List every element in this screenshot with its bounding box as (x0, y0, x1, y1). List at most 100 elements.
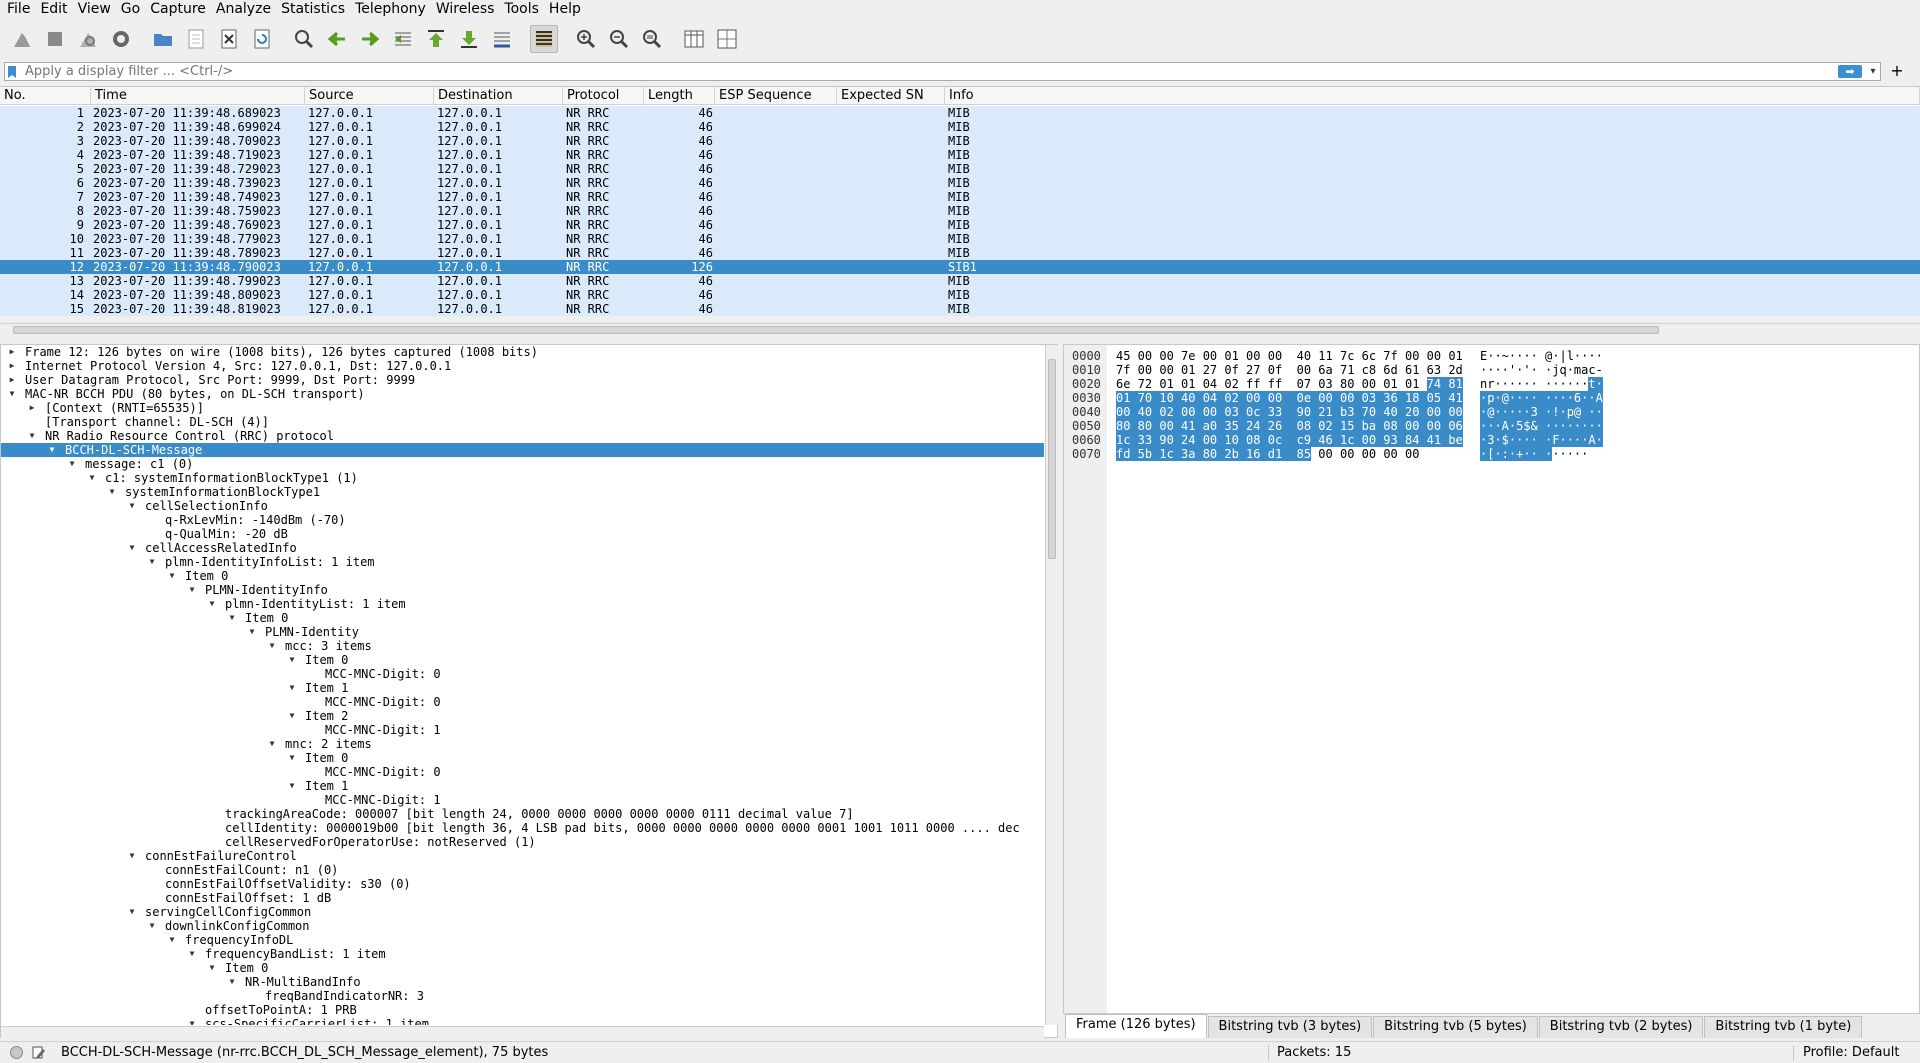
tree-node[interactable]: ▶ Internet Protocol Version 4, Src: 127.0… (1, 359, 1044, 373)
collapsed-arrow-icon[interactable]: ▶ (6, 373, 18, 387)
tab-bytes-source[interactable]: Frame (126 bytes) (1065, 1014, 1207, 1038)
tree-node[interactable]: ▼ NR-MultiBandInfo (1, 975, 1044, 989)
expanded-arrow-icon[interactable]: ▼ (206, 597, 218, 611)
hex-bytes[interactable]: 01 70 10 40 04 02 00 00 0e 00 00 03 36 1… (1116, 391, 1463, 405)
ascii-bytes[interactable]: E··~···· @·|l···· (1480, 349, 1603, 363)
packet-row[interactable]: 4 2023-07-20 11:39:48.719023 127.0.0.1 127.… (0, 148, 1920, 162)
tree-node[interactable]: [Transport channel: DL-SCH (4)] (1, 415, 1044, 429)
menu-edit[interactable]: Edit (35, 0, 72, 18)
expanded-arrow-icon[interactable]: ▼ (186, 1017, 198, 1025)
menu-analyze[interactable]: Analyze (211, 0, 276, 18)
collapsed-arrow-icon[interactable]: ▶ (6, 345, 18, 359)
tree-node[interactable]: ▼ servingCellConfigCommon (1, 905, 1044, 919)
expand-subtrees-icon[interactable] (713, 25, 741, 53)
expanded-arrow-icon[interactable]: ▼ (286, 779, 298, 793)
go-last-icon[interactable] (455, 25, 483, 53)
zoom-normal-icon[interactable] (638, 25, 666, 53)
tree-node[interactable]: ▶ Frame 12: 126 bytes on wire (1008 bits)… (1, 345, 1044, 359)
zoom-in-icon[interactable] (572, 25, 600, 53)
menu-go[interactable]: Go (116, 0, 145, 18)
expanded-arrow-icon[interactable]: ▼ (286, 709, 298, 723)
tree-node[interactable]: MCC-MNC-Digit: 1 (1, 793, 1044, 807)
tree-node[interactable]: ▼ PLMN-Identity (1, 625, 1044, 639)
tree-node[interactable]: connEstFailCount: n1 (0) (1, 863, 1044, 877)
apply-filter-button[interactable]: ➡ (1838, 65, 1862, 78)
tree-node[interactable]: ▶ User Datagram Protocol, Src Port: 9999,… (1, 373, 1044, 387)
expanded-arrow-icon[interactable]: ▼ (186, 947, 198, 961)
packet-row[interactable]: 6 2023-07-20 11:39:48.739023 127.0.0.1 127.… (0, 176, 1920, 190)
tree-node[interactable]: ▼ connEstFailureControl (1, 849, 1044, 863)
tree-node[interactable]: ▼ frequencyBandList: 1 item (1, 947, 1044, 961)
tree-node[interactable]: connEstFailOffset: 1 dB (1, 891, 1044, 905)
go-forward-icon[interactable] (356, 25, 384, 53)
close-file-icon[interactable] (215, 25, 243, 53)
column-header-protocol[interactable]: Protocol (563, 87, 644, 105)
details-vertical-scrollbar[interactable] (1045, 345, 1058, 1025)
tree-node[interactable]: ▼ Item 0 (1, 569, 1044, 583)
hex-bytes[interactable]: 00 40 02 00 00 03 0c 33 90 21 b3 70 40 2… (1116, 405, 1463, 419)
tree-node[interactable]: ▼ Item 0 (1, 611, 1044, 625)
tab-bytes-source[interactable]: Bitstring tvb (2 bytes) (1538, 1016, 1704, 1038)
expanded-arrow-icon[interactable]: ▼ (166, 569, 178, 583)
expanded-arrow-icon[interactable]: ▼ (186, 583, 198, 597)
packet-list-horizontal-scrollbar[interactable] (0, 323, 1920, 335)
tree-node[interactable]: ▼ cellSelectionInfo (1, 499, 1044, 513)
expanded-arrow-icon[interactable]: ▼ (286, 681, 298, 695)
tree-node[interactable]: ▼ Item 1 (1, 779, 1044, 793)
column-header-length[interactable]: Length (644, 87, 715, 105)
tree-node[interactable]: ▼ BCCH-DL-SCH-Message (1, 443, 1044, 457)
column-header-source[interactable]: Source (305, 87, 434, 105)
status-profile[interactable]: Profile: Default (1803, 1045, 1899, 1060)
tree-node[interactable]: ▼ NR Radio Resource Control (RRC) protoco… (1, 429, 1044, 443)
expanded-arrow-icon[interactable]: ▼ (126, 499, 138, 513)
packet-row[interactable]: 15 2023-07-20 11:39:48.819023 127.0.0.1 127… (0, 302, 1920, 316)
menu-view[interactable]: View (73, 0, 116, 18)
expanded-arrow-icon[interactable]: ▼ (46, 443, 58, 457)
expert-info-led-icon[interactable] (10, 1046, 23, 1059)
tree-node[interactable]: ▼ Item 0 (1, 751, 1044, 765)
packet-row[interactable]: 10 2023-07-20 11:39:48.779023 127.0.0.1 127… (0, 232, 1920, 246)
capture-options-icon[interactable] (107, 25, 135, 53)
hex-bytes[interactable]: 1c 33 90 24 00 10 08 0c c9 46 1c 00 93 8… (1116, 433, 1463, 447)
menu-statistics[interactable]: Statistics (276, 0, 350, 18)
expanded-arrow-icon[interactable]: ▼ (226, 975, 238, 989)
hex-bytes[interactable]: 80 80 00 41 a0 35 24 26 08 02 15 ba 08 0… (1116, 419, 1463, 433)
expanded-arrow-icon[interactable]: ▼ (6, 387, 18, 401)
ascii-bytes[interactable]: ····'·'· ·jq·mac- (1480, 363, 1603, 377)
tree-node[interactable]: ▼ mcc: 3 items (1, 639, 1044, 653)
zoom-out-icon[interactable] (605, 25, 633, 53)
display-filter-input[interactable] (19, 64, 1838, 79)
collapsed-arrow-icon[interactable]: ▶ (26, 401, 38, 415)
column-header-no[interactable]: No. (0, 87, 91, 105)
expanded-arrow-icon[interactable]: ▼ (146, 555, 158, 569)
tree-node[interactable]: MCC-MNC-Digit: 0 (1, 667, 1044, 681)
tree-node[interactable]: cellReservedForOperatorUse: notReserved … (1, 835, 1044, 849)
packet-row[interactable]: 14 2023-07-20 11:39:48.809023 127.0.0.1 127… (0, 288, 1920, 302)
collapsed-arrow-icon[interactable]: ▶ (6, 359, 18, 373)
tree-node[interactable]: MCC-MNC-Digit: 0 (1, 765, 1044, 779)
menu-telephony[interactable]: Telephony (350, 0, 431, 18)
packet-row[interactable]: 8 2023-07-20 11:39:48.759023 127.0.0.1 127.… (0, 204, 1920, 218)
save-file-icon[interactable] (182, 25, 210, 53)
open-file-icon[interactable] (149, 25, 177, 53)
scrollbar-thumb[interactable] (1048, 359, 1056, 559)
find-packet-icon[interactable] (290, 25, 318, 53)
tree-node[interactable]: MCC-MNC-Digit: 1 (1, 723, 1044, 737)
expanded-arrow-icon[interactable]: ▼ (246, 625, 258, 639)
tree-node[interactable]: ▼ cellAccessRelatedInfo (1, 541, 1044, 555)
expanded-arrow-icon[interactable]: ▼ (126, 541, 138, 555)
ascii-bytes[interactable]: ·@·····3 ·!·p@ ·· (1480, 405, 1603, 419)
expanded-arrow-icon[interactable]: ▼ (286, 653, 298, 667)
packet-row[interactable]: 12 2023-07-20 11:39:48.790023 127.0.0.1 127… (0, 260, 1920, 274)
tree-node[interactable]: ▼ PLMN-IdentityInfo (1, 583, 1044, 597)
ascii-bytes[interactable]: nr······ ······t· (1480, 377, 1603, 391)
expanded-arrow-icon[interactable]: ▼ (266, 737, 278, 751)
expanded-arrow-icon[interactable]: ▼ (226, 611, 238, 625)
expanded-arrow-icon[interactable]: ▼ (106, 485, 118, 499)
expanded-arrow-icon[interactable]: ▼ (286, 751, 298, 765)
tree-node[interactable]: ▼ plmn-IdentityList: 1 item (1, 597, 1044, 611)
packet-row[interactable]: 13 2023-07-20 11:39:48.799023 127.0.0.1 127… (0, 274, 1920, 288)
menu-capture[interactable]: Capture (145, 0, 211, 18)
shark-fin-start-icon[interactable] (8, 25, 36, 53)
menu-help[interactable]: Help (544, 0, 586, 18)
